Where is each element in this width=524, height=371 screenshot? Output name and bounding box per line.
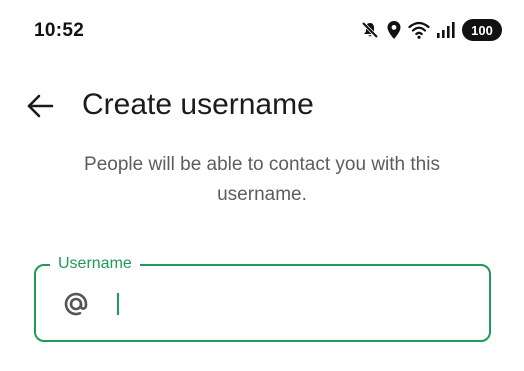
location-icon [386,20,402,40]
text-cursor [117,293,119,315]
mute-icon [360,20,380,40]
username-input[interactable] [112,282,472,324]
username-field[interactable]: Username [34,253,491,342]
arrow-back-icon [27,94,54,118]
status-time: 10:52 [34,20,85,41]
at-sign-icon [60,288,92,320]
signal-icon [436,20,456,40]
description-text: People will be able to contact you with … [84,154,440,205]
username-field-label: Username [50,253,140,275]
back-button[interactable] [22,88,58,124]
battery-indicator: 100 [462,19,502,41]
wifi-icon [408,20,430,40]
status-icons: 100 [360,19,502,41]
page-title: Create username [82,88,314,121]
status-bar: 10:52 100 [0,0,524,64]
top-app-bar: Create username [0,78,524,134]
